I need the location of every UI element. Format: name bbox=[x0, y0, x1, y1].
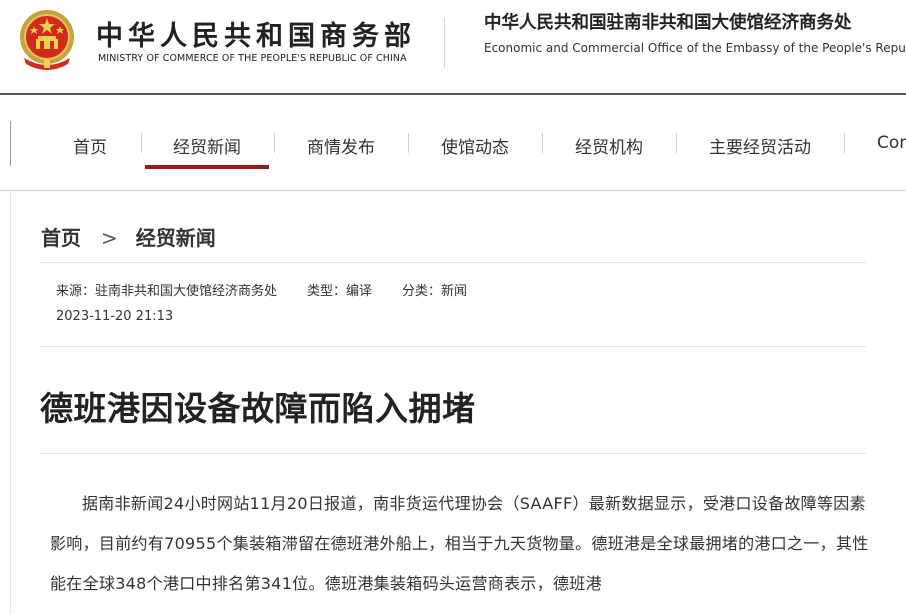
meta-divider bbox=[41, 346, 866, 347]
office-name-cn: 中华人民共和国驻南非共和国大使馆经济商务处 bbox=[484, 9, 852, 34]
title-divider bbox=[41, 453, 866, 454]
office-name-en: Economic and Commercial Office of the Em… bbox=[484, 41, 906, 55]
breadcrumb-home-link[interactable]: 首页 bbox=[41, 226, 81, 250]
meta-category: 分类：新闻 bbox=[402, 284, 467, 299]
nav-item-business-info[interactable]: 商情发布 bbox=[307, 133, 375, 158]
nav-left-border bbox=[10, 121, 11, 166]
site-header: 中华人民共和国商务部 MINISTRY OF COMMERCE OF THE P… bbox=[0, 0, 906, 92]
breadcrumb-current[interactable]: 经贸新闻 bbox=[136, 226, 216, 250]
ministry-name-en[interactable]: MINISTRY OF COMMERCE OF THE PEOPLE'S REP… bbox=[98, 53, 407, 64]
content-left-border bbox=[10, 192, 11, 614]
article-body: 据南非新闻24小时网站11月20日报道，南非货运代理协会（SAAFF）最新数据显… bbox=[50, 484, 870, 604]
nav-item-embassy-news[interactable]: 使馆动态 bbox=[441, 133, 509, 158]
article-paragraph: 据南非新闻24小时网站11月20日报道，南非货运代理协会（SAAFF）最新数据显… bbox=[50, 484, 870, 604]
nav-item-main-activities[interactable]: 主要经贸活动 bbox=[709, 133, 811, 158]
article-meta: 来源：驻南非共和国大使馆经济商务处 类型：编译 分类：新闻 bbox=[56, 280, 467, 299]
nav-separator bbox=[676, 133, 677, 153]
nav-item-home[interactable]: 首页 bbox=[73, 133, 107, 158]
nav-separator bbox=[408, 133, 409, 153]
article-date: 2023-11-20 21:13 bbox=[56, 309, 173, 324]
nav-separator bbox=[274, 133, 275, 153]
ministry-name-cn[interactable]: 中华人民共和国商务部 bbox=[96, 14, 416, 53]
meta-source: 来源：驻南非共和国大使馆经济商务处 bbox=[56, 284, 277, 299]
nav-item-trade-news[interactable]: 经贸新闻 bbox=[173, 133, 241, 158]
nav-item-trade-institutions[interactable]: 经贸机构 bbox=[575, 133, 643, 158]
breadcrumb: 首页 > 经贸新闻 bbox=[41, 222, 216, 251]
breadcrumb-divider bbox=[41, 262, 866, 263]
nav-item-contact[interactable]: Con bbox=[877, 133, 906, 153]
nav-active-indicator bbox=[145, 165, 269, 169]
breadcrumb-separator-icon: > bbox=[101, 226, 118, 250]
nav-separator bbox=[141, 133, 142, 153]
national-emblem-icon[interactable] bbox=[14, 6, 80, 72]
nav-separator bbox=[844, 133, 845, 153]
meta-type: 类型：编译 bbox=[307, 284, 372, 299]
article-title: 德班港因设备故障而陷入拥堵 bbox=[40, 382, 476, 430]
main-nav: 首页 经贸新闻 商情发布 使馆动态 经贸机构 主要经贸活动 Con bbox=[0, 95, 906, 191]
header-divider bbox=[444, 18, 445, 68]
nav-separator bbox=[542, 133, 543, 153]
